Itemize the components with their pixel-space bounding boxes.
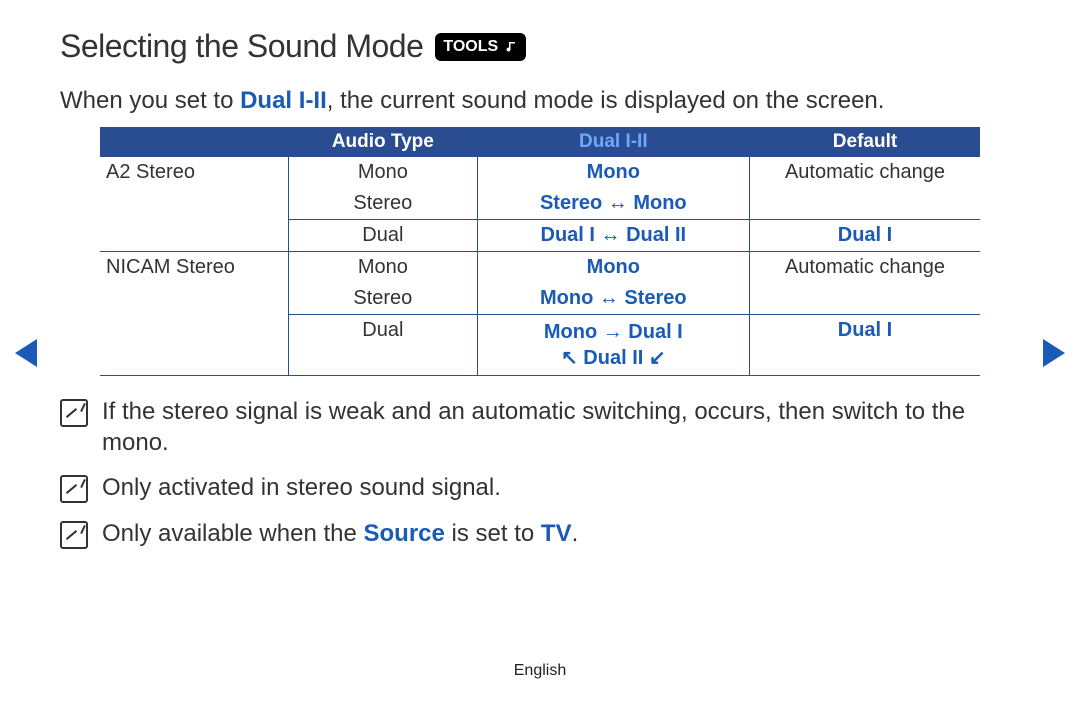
table-row: A2 Stereo Mono Mono Automatic change [100, 157, 980, 188]
th-dual: Dual I-II [477, 127, 749, 157]
tools-label: TOOLS [443, 38, 498, 56]
th-default: Default [750, 127, 981, 157]
th-empty [100, 127, 289, 157]
note-icon [60, 521, 88, 549]
note-text: Only activated in stereo sound signal. [102, 472, 501, 503]
note-item: Only available when the Source is set to… [60, 518, 990, 549]
intro-text: When you set to Dual I-II, the current s… [60, 87, 1020, 115]
music-icon [504, 40, 518, 54]
note-item: If the stereo signal is weak and an auto… [60, 396, 990, 458]
note-text: Only available when the Source is set to… [102, 518, 578, 549]
tools-badge: TOOLS [435, 33, 526, 61]
page-title: Selecting the Sound Mode [60, 28, 423, 65]
nav-prev-icon[interactable] [15, 339, 37, 367]
note-item: Only activated in stereo sound signal. [60, 472, 990, 503]
note-icon [60, 399, 88, 427]
table-header-row: Audio Type Dual I-II Default [100, 127, 980, 157]
note-text: If the stereo signal is weak and an auto… [102, 396, 990, 458]
th-audio-type: Audio Type [289, 127, 478, 157]
nav-next-icon[interactable] [1043, 339, 1065, 367]
table-row: NICAM Stereo Mono Mono Automatic change [100, 252, 980, 284]
note-icon [60, 475, 88, 503]
sound-mode-table: Audio Type Dual I-II Default A2 Stereo M… [100, 127, 980, 376]
footer-language: English [0, 662, 1080, 680]
